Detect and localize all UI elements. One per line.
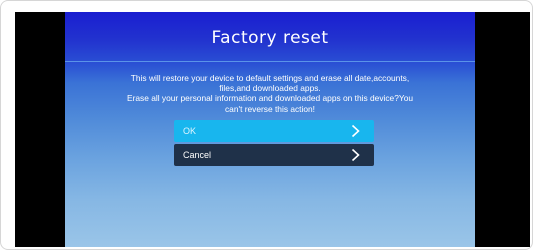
message-line: This will restore your device to default… xyxy=(130,73,410,83)
tv-screen: Factory reset This will restore your dev… xyxy=(15,12,530,247)
chevron-right-icon xyxy=(351,124,360,138)
title-divider xyxy=(65,61,475,62)
message-line: Erase all your personal information and … xyxy=(126,93,414,104)
ok-button-label: OK xyxy=(183,126,197,136)
chevron-right-icon xyxy=(351,148,360,162)
cancel-button[interactable]: Cancel xyxy=(174,144,374,166)
ok-button[interactable]: OK xyxy=(174,120,374,142)
message-line: files,and downloaded apps. xyxy=(219,83,321,94)
screenshot-frame: Factory reset This will restore your dev… xyxy=(0,0,533,250)
dialog-message: This will restore your device to default… xyxy=(75,73,465,114)
factory-reset-dialog: Factory reset This will restore your dev… xyxy=(65,12,475,247)
message-line: can't reverse this action! xyxy=(224,103,316,114)
cancel-button-label: Cancel xyxy=(183,150,212,160)
dialog-title: Factory reset xyxy=(211,28,329,48)
